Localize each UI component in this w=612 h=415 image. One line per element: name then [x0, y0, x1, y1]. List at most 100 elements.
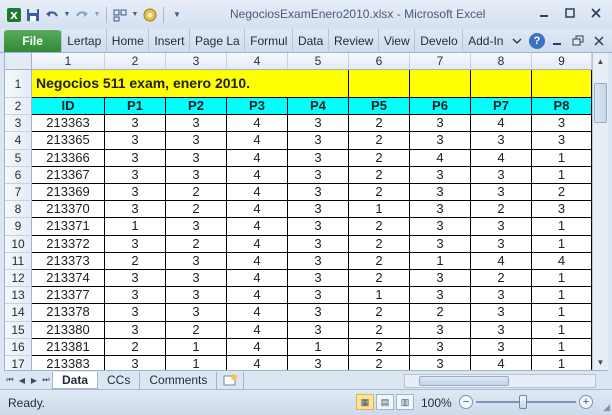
score-cell[interactable]: 2 [166, 201, 227, 219]
close-icon[interactable] [584, 4, 608, 22]
score-cell[interactable]: 4 [227, 149, 288, 167]
header-cell[interactable]: P3 [227, 98, 288, 116]
score-cell[interactable]: 3 [410, 235, 471, 253]
score-cell[interactable]: 4 [227, 132, 288, 150]
help-icon[interactable]: ? [529, 32, 546, 49]
score-cell[interactable]: 3 [471, 321, 532, 339]
workbook-minimize-icon[interactable] [548, 32, 566, 50]
tab-file[interactable]: File [4, 30, 62, 52]
score-cell[interactable]: 3 [410, 356, 471, 370]
score-cell[interactable]: 4 [227, 321, 288, 339]
column-header[interactable]: 4 [227, 53, 288, 70]
cell[interactable] [288, 70, 349, 98]
score-cell[interactable]: 4 [532, 252, 592, 270]
score-cell[interactable]: 1 [532, 218, 592, 236]
row-header[interactable]: 12 [5, 270, 32, 288]
id-cell[interactable]: 213370 [32, 201, 105, 219]
score-cell[interactable]: 4 [410, 149, 471, 167]
score-cell[interactable]: 2 [349, 115, 410, 133]
score-cell[interactable]: 3 [166, 149, 227, 167]
score-cell[interactable]: 1 [532, 235, 592, 253]
row-header[interactable]: 8 [5, 201, 32, 219]
row-header[interactable]: 16 [5, 338, 32, 356]
score-cell[interactable]: 2 [349, 235, 410, 253]
header-cell[interactable]: P7 [471, 98, 532, 116]
score-cell[interactable]: 3 [105, 270, 166, 288]
normal-view-icon[interactable]: ▦ [356, 394, 374, 410]
score-cell[interactable]: 1 [532, 287, 592, 305]
tab-review[interactable]: Review [327, 29, 378, 52]
redo-dropdown-icon[interactable]: ▼ [93, 7, 101, 23]
score-cell[interactable]: 4 [227, 184, 288, 202]
header-cell[interactable]: ID [32, 98, 105, 116]
sheet-tab-data[interactable]: Data [52, 371, 99, 389]
score-cell[interactable]: 1 [532, 321, 592, 339]
score-cell[interactable]: 3 [471, 132, 532, 150]
score-cell[interactable]: 2 [349, 270, 410, 288]
score-cell[interactable]: 3 [166, 287, 227, 305]
tab-page-layout[interactable]: Page La [189, 29, 244, 52]
score-cell[interactable]: 3 [105, 132, 166, 150]
score-cell[interactable]: 1 [349, 201, 410, 219]
row-header[interactable]: 11 [5, 252, 32, 270]
score-cell[interactable]: 3 [105, 304, 166, 322]
header-cell[interactable]: P2 [166, 98, 227, 116]
page-break-view-icon[interactable]: ▥ [396, 394, 414, 410]
score-cell[interactable]: 2 [349, 132, 410, 150]
score-cell[interactable]: 4 [227, 252, 288, 270]
score-cell[interactable]: 3 [105, 166, 166, 184]
id-cell[interactable]: 213367 [32, 166, 105, 184]
score-cell[interactable]: 2 [349, 356, 410, 370]
score-cell[interactable]: 3 [471, 287, 532, 305]
column-header[interactable]: 7 [410, 53, 471, 70]
redo-icon[interactable] [74, 7, 90, 23]
zoom-in-icon[interactable]: + [579, 395, 593, 409]
cell[interactable] [532, 70, 592, 98]
last-sheet-icon[interactable]: ⏭ [40, 373, 52, 387]
score-cell[interactable]: 2 [349, 252, 410, 270]
id-cell[interactable]: 213371 [32, 218, 105, 236]
score-cell[interactable]: 3 [105, 201, 166, 219]
score-cell[interactable]: 3 [410, 287, 471, 305]
score-cell[interactable]: 1 [105, 218, 166, 236]
score-cell[interactable]: 3 [105, 321, 166, 339]
score-cell[interactable]: 3 [166, 304, 227, 322]
score-cell[interactable]: 3 [410, 201, 471, 219]
cell[interactable] [410, 70, 471, 98]
score-cell[interactable]: 2 [349, 321, 410, 339]
header-cell[interactable]: P8 [532, 98, 592, 116]
tab-view[interactable]: View [377, 29, 414, 52]
row-header[interactable]: 10 [5, 235, 32, 253]
score-cell[interactable]: 1 [532, 149, 592, 167]
scroll-up-icon[interactable]: ▲ [594, 54, 607, 68]
insert-sheet-icon[interactable] [217, 371, 245, 389]
score-cell[interactable]: 3 [105, 235, 166, 253]
row-header[interactable]: 14 [5, 304, 32, 322]
score-cell[interactable]: 3 [410, 270, 471, 288]
score-cell[interactable]: 4 [227, 166, 288, 184]
score-cell[interactable]: 4 [227, 115, 288, 133]
customize-icon[interactable]: ▼ [169, 7, 185, 23]
score-cell[interactable]: 3 [166, 132, 227, 150]
form-icon[interactable] [112, 7, 128, 23]
workbook-close-icon[interactable] [590, 32, 608, 50]
tab-data[interactable]: Data [291, 29, 328, 52]
score-cell[interactable]: 1 [532, 338, 592, 356]
id-cell[interactable]: 213380 [32, 321, 105, 339]
score-cell[interactable]: 2 [349, 184, 410, 202]
score-cell[interactable]: 3 [471, 184, 532, 202]
score-cell[interactable]: 3 [471, 218, 532, 236]
sheet-title-cell[interactable]: Negocios 511 exam, enero 2010. [32, 70, 288, 98]
score-cell[interactable]: 3 [410, 321, 471, 339]
score-cell[interactable]: 3 [288, 252, 349, 270]
score-cell[interactable]: 3 [410, 184, 471, 202]
header-cell[interactable]: P6 [410, 98, 471, 116]
score-cell[interactable]: 1 [410, 252, 471, 270]
score-cell[interactable]: 1 [532, 270, 592, 288]
form-dropdown-icon[interactable]: ▼ [131, 7, 139, 23]
excel-icon[interactable]: X [6, 7, 22, 23]
header-cell[interactable]: P1 [105, 98, 166, 116]
score-cell[interactable]: 3 [288, 356, 349, 370]
row-header[interactable]: 7 [5, 184, 32, 202]
zoom-level[interactable]: 100% [421, 396, 452, 410]
